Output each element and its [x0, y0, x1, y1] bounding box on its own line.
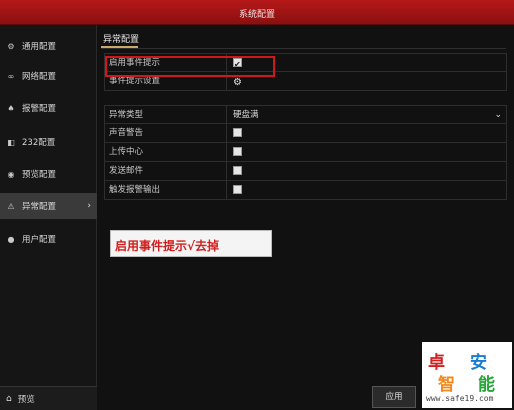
sidebar-item-label: 通用配置 — [22, 42, 57, 52]
warning-icon: ⚠ — [7, 201, 15, 211]
audible-warning-checkbox[interactable] — [233, 128, 242, 137]
window-title: 系统配置 — [238, 10, 275, 20]
sidebar-item-user[interactable]: ● 用户配置 — [0, 226, 97, 252]
sidebar-item-label: 用户配置 — [22, 235, 57, 245]
row-label: 触发报警输出 — [105, 181, 227, 199]
sidebar-item-label: 232配置 — [22, 138, 56, 148]
sidebar-item-network[interactable]: ∞ 网络配置 — [0, 63, 97, 89]
settings-row: 发送邮件 — [104, 162, 507, 181]
row-label: 异常类型 — [105, 106, 227, 123]
preview-label: 预览 — [17, 394, 35, 405]
watermark-url: www.safe19.com — [426, 394, 494, 403]
tab-exception[interactable]: 异常配置 — [103, 32, 139, 45]
title-bar: 系统配置 — [0, 0, 514, 25]
select-value: 硬盘满 — [233, 110, 259, 120]
settings-row: 异常类型 硬盘满 ⌄ — [104, 105, 507, 124]
eye-icon: ◉ — [7, 169, 15, 179]
preview-button[interactable]: ⌂ 预览 — [0, 386, 97, 410]
watermark-char: 能 — [478, 375, 495, 395]
chevron-down-icon: ⌄ — [494, 110, 502, 120]
divider — [101, 48, 506, 49]
sidebar-item-preview[interactable]: ◉ 预览配置 — [0, 161, 97, 187]
gear-icon: ⚙ — [7, 41, 15, 51]
home-icon: ⌂ — [6, 393, 12, 404]
sidebar-item-label: 异常配置 — [22, 202, 57, 212]
sidebar: ⚙ 通用配置 ∞ 网络配置 ♠ 报警配置 ◧ 232配置 ◉ 预览配置 ⚠ 异常… — [0, 25, 97, 410]
trigger-alarm-output-checkbox[interactable] — [233, 185, 242, 194]
sidebar-item-232[interactable]: ◧ 232配置 — [0, 129, 97, 155]
annotation-text: 启用事件提示√去掉 — [115, 239, 220, 253]
serial-icon: ◧ — [7, 137, 15, 147]
apply-button[interactable]: 应用 — [372, 386, 416, 408]
chevron-right-icon: › — [87, 201, 91, 211]
sidebar-item-label: 网络配置 — [22, 72, 57, 82]
row-label: 发送邮件 — [105, 162, 227, 180]
user-icon: ● — [7, 234, 15, 244]
network-icon: ∞ — [7, 71, 15, 81]
highlight-box — [105, 56, 275, 77]
alarm-icon: ♠ — [7, 103, 15, 113]
settings-row: 上传中心 — [104, 143, 507, 162]
annotation-callout: 启用事件提示√去掉 — [110, 230, 272, 257]
exception-settings-group: 异常类型 硬盘满 ⌄ 声音警告 上传中心 发送邮件 触发报警输出 — [104, 105, 507, 200]
settings-row: 声音警告 — [104, 124, 507, 143]
upload-center-checkbox[interactable] — [233, 147, 242, 156]
watermark-logo: 卓 安 智 能 www.safe19.com — [422, 342, 512, 408]
sidebar-item-general[interactable]: ⚙ 通用配置 — [0, 33, 97, 59]
sidebar-item-label: 预览配置 — [22, 170, 57, 180]
sidebar-item-alarm[interactable]: ♠ 报警配置 — [0, 95, 97, 121]
sidebar-item-exception[interactable]: ⚠ 异常配置 › — [0, 193, 97, 219]
sidebar-item-label: 报警配置 — [22, 104, 57, 114]
watermark-char: 智 — [438, 375, 455, 395]
row-label: 声音警告 — [105, 124, 227, 142]
settings-row: 触发报警输出 — [104, 181, 507, 200]
send-email-checkbox[interactable] — [233, 166, 242, 175]
exception-type-select[interactable]: 硬盘满 ⌄ — [227, 106, 506, 123]
row-label: 上传中心 — [105, 143, 227, 161]
